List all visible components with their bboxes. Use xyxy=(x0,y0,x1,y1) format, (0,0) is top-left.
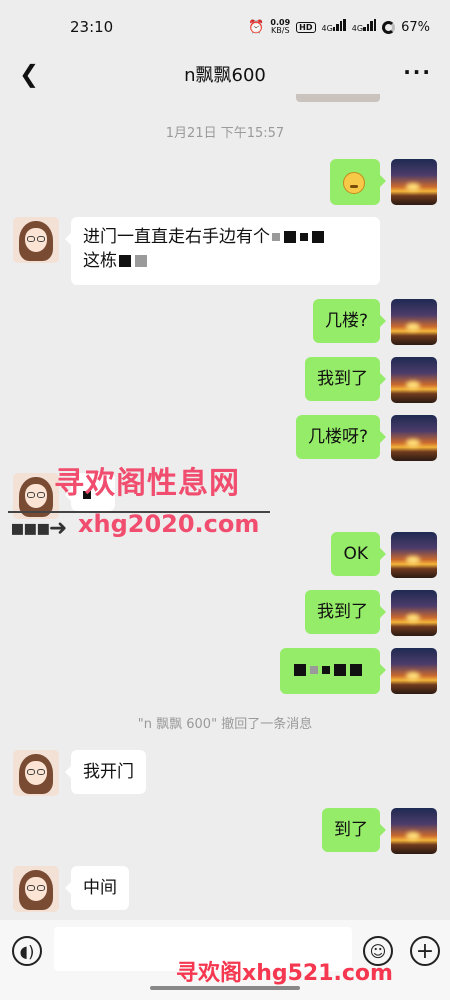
signal-icon-1: 4G xyxy=(322,19,346,35)
thinking-face-icon xyxy=(343,172,365,194)
alarm-icon: ⏰ xyxy=(248,19,265,35)
self-avatar[interactable] xyxy=(391,808,437,854)
watermark-bottom: 寻欢阁xhg521.com xyxy=(176,961,393,986)
message-bubble-self-redacted[interactable] xyxy=(280,648,386,694)
message-bubble-self[interactable]: OK xyxy=(331,532,386,576)
message-text-line1: 进门一直直走右手边有个 xyxy=(83,227,270,247)
message-text-line2: 这栋 xyxy=(83,251,117,271)
status-bar: 23:10 ⏰ 0.09 KB/S HD 4G 4G 67% xyxy=(0,0,450,54)
message-bubble-self[interactable]: 几楼呀? xyxy=(295,415,387,459)
message-bubble-self[interactable]: 我到了 xyxy=(305,590,386,634)
status-icons: ⏰ 0.09 KB/S HD 4G 4G 67% xyxy=(248,19,430,35)
message-bubble-self[interactable] xyxy=(330,159,386,205)
home-indicator[interactable] xyxy=(150,986,300,990)
message-text: 几楼呀? xyxy=(307,427,368,447)
more-button[interactable]: ··· xyxy=(403,62,432,82)
more-dots-icon: ··· xyxy=(403,60,432,84)
contact-avatar[interactable] xyxy=(13,217,59,263)
self-avatar[interactable] xyxy=(391,532,437,578)
voice-icon[interactable]: ◖) xyxy=(12,936,42,966)
chat-title: n飘飘600 xyxy=(184,65,266,86)
self-avatar[interactable] xyxy=(391,648,437,694)
battery-percent: 67% xyxy=(401,19,430,35)
message-text: 我开门 xyxy=(83,762,134,782)
message-bubble-other[interactable]: 进门一直直走右手边有个 这栋 xyxy=(65,217,380,285)
message-text: 中间 xyxy=(83,878,117,898)
status-time: 23:10 xyxy=(70,18,114,36)
previous-message-edge xyxy=(296,94,380,102)
recall-notice: "n 飘飘 600" 撤回了一条消息 xyxy=(137,717,313,732)
net-speed: 0.09 KB/S xyxy=(270,18,291,35)
message-bubble-self[interactable]: 到了 xyxy=(322,808,386,852)
watermark-site-name: 寻欢阁性息网 xyxy=(54,466,240,501)
message-text: 到了 xyxy=(334,820,368,840)
message-text: 几楼? xyxy=(324,311,368,331)
self-avatar[interactable] xyxy=(391,357,437,403)
contact-avatar[interactable] xyxy=(13,750,59,796)
message-text: OK xyxy=(343,544,368,564)
self-avatar[interactable] xyxy=(391,299,437,345)
hd-icon: HD xyxy=(296,21,316,33)
timestamp: 1月21日 下午15:57 xyxy=(165,126,285,141)
message-bubble-other[interactable]: 中间 xyxy=(65,866,129,910)
self-avatar[interactable] xyxy=(391,415,437,461)
back-button[interactable]: ❮ xyxy=(14,60,44,88)
chat-header: ❮ n飘飘600 ··· xyxy=(0,54,450,94)
self-avatar[interactable] xyxy=(391,590,437,636)
message-text: 我到了 xyxy=(317,602,368,622)
message-text: 我到了 xyxy=(317,369,368,389)
message-bubble-other[interactable]: 我开门 xyxy=(65,750,146,794)
chevron-left-icon: ❮ xyxy=(18,60,40,88)
plus-icon[interactable]: + xyxy=(410,936,440,966)
message-bubble-self[interactable]: 几楼? xyxy=(312,299,387,343)
arrow-right-icon: ▪▪▪➜ xyxy=(10,516,67,541)
signal-icon-2: 4G xyxy=(352,19,377,35)
watermark-url: xhg2020.com xyxy=(78,510,260,538)
self-avatar[interactable] xyxy=(391,159,437,205)
battery-icon xyxy=(382,20,396,34)
contact-avatar[interactable] xyxy=(13,866,59,912)
message-bubble-self[interactable]: 我到了 xyxy=(305,357,386,401)
